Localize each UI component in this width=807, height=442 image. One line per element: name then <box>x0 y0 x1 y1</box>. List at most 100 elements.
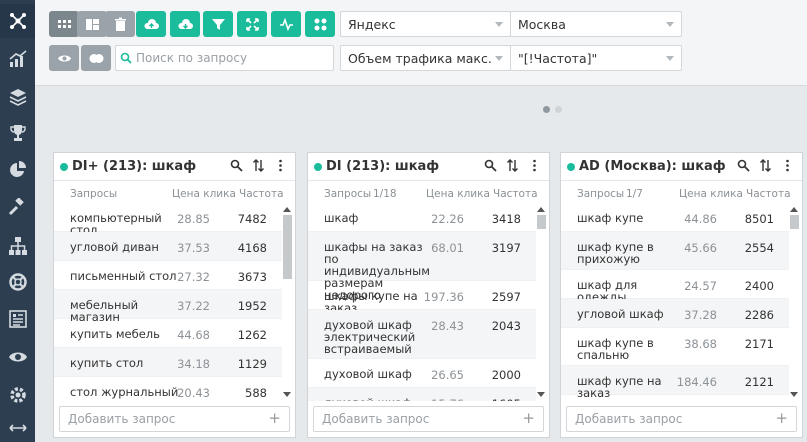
sort-icon[interactable] <box>759 159 772 172</box>
column-header-query[interactable]: Запросы <box>577 188 624 200</box>
scrollbar[interactable] <box>281 203 293 401</box>
chart-growth-icon[interactable] <box>0 42 35 76</box>
sort-select[interactable]: Объем трафика макс. <box>340 45 511 71</box>
column-header-price[interactable]: Цена клика <box>172 188 236 200</box>
column-header-frequency[interactable]: Частота <box>493 188 538 200</box>
scroll-down-icon[interactable] <box>537 392 545 397</box>
add-query-input[interactable]: Добавить запрос + <box>59 406 290 432</box>
keyword-row[interactable]: духовой шкаф электрический встраиваемый … <box>308 310 536 359</box>
eye-toggle-icon <box>57 55 71 61</box>
scrollbar-thumb[interactable] <box>790 215 799 229</box>
cloud-download-icon <box>177 18 193 29</box>
keyword-row[interactable]: шкафы на заказ по индивидуальным размера… <box>308 232 536 301</box>
column-header-query[interactable]: Запросы <box>324 188 371 200</box>
pie-chart-icon[interactable] <box>0 153 35 187</box>
columns-view-button[interactable] <box>77 11 107 37</box>
keyword-row[interactable]: духовой шкаф 26.65 2000 <box>308 359 536 388</box>
keyword-row[interactable]: стол журнальный 20.43 588 <box>54 377 282 401</box>
search-icon <box>120 52 132 64</box>
delete-button[interactable] <box>105 11 135 37</box>
keyword-row[interactable]: шкафы купе на заказ 197.36 2597 <box>308 281 536 314</box>
sort-icon[interactable] <box>252 159 265 172</box>
column-header-frequency[interactable]: Частота <box>239 188 284 200</box>
region-select[interactable]: Москва <box>510 11 682 37</box>
frequency: 1129 <box>237 357 267 371</box>
carousel-dot[interactable] <box>543 106 550 113</box>
keyword-row[interactable]: шкаф купе на заказ 184.46 2121 <box>561 366 789 399</box>
keyword-row[interactable]: угловой шкаф 37.28 2286 <box>561 299 789 328</box>
keyword-row[interactable]: письменный стол 27.32 3673 <box>54 261 282 290</box>
frequency: 2554 <box>744 241 774 255</box>
keyword-row[interactable]: купить мебель 44.68 1262 <box>54 319 282 348</box>
keyword-row[interactable]: шкаф купе в спальню 38.68 2171 <box>561 328 789 366</box>
search-icon[interactable] <box>484 159 497 172</box>
settings-gear-icon[interactable] <box>0 378 35 412</box>
frequency-select[interactable]: "[!Частота]" <box>510 45 682 71</box>
lifebuoy-icon[interactable] <box>0 265 35 299</box>
status-dot <box>567 162 575 171</box>
scrollbar-thumb[interactable] <box>537 215 546 229</box>
plus-icon[interactable]: + <box>522 409 535 427</box>
search-input[interactable]: Поиск по запросу <box>115 45 334 71</box>
grid-view-button[interactable] <box>49 11 79 37</box>
scroll-down-icon[interactable] <box>283 392 291 397</box>
keyword-row[interactable]: мебельный магазин 37.22 1952 <box>54 290 282 323</box>
scroll-up-icon[interactable] <box>537 207 545 212</box>
frequency: 2121 <box>744 375 774 389</box>
filter-button[interactable] <box>203 11 233 37</box>
sitemap-icon[interactable] <box>0 229 35 263</box>
gavel-icon[interactable] <box>0 191 35 225</box>
layers-icon[interactable] <box>0 80 35 114</box>
keyword-row[interactable]: шкаф для одежды 24.57 2400 <box>561 270 789 303</box>
keyword-row[interactable]: купить стол 34.18 1129 <box>54 348 282 377</box>
search-icon[interactable] <box>230 159 243 172</box>
frequency: 588 <box>245 386 267 400</box>
scroll-down-icon[interactable] <box>790 392 798 397</box>
more-vertical-icon[interactable] <box>528 159 541 172</box>
search-engine-select[interactable]: Яндекс <box>340 11 511 37</box>
keyword-row[interactable]: духовой шкаф 15.76 1605 <box>308 388 536 401</box>
column-header-row: Запросы 1/18 Цена клика Частота <box>308 181 549 202</box>
network-icon[interactable] <box>0 4 35 38</box>
add-query-input[interactable]: Добавить запрос + <box>566 406 797 432</box>
sort-icon[interactable] <box>506 159 519 172</box>
keyword-row[interactable]: шкаф купе 44.86 8501 <box>561 203 789 232</box>
plus-icon[interactable]: + <box>775 409 788 427</box>
frequency: 2286 <box>744 308 774 322</box>
status-dot <box>314 162 322 171</box>
scrollbar[interactable] <box>788 203 800 401</box>
keyword-row[interactable]: шкаф 22.26 3418 <box>308 203 536 232</box>
keyword-row[interactable]: компьютерный стол 28.85 7482 <box>54 203 282 236</box>
plus-icon[interactable]: + <box>268 409 281 427</box>
scroll-up-icon[interactable] <box>790 207 798 212</box>
expand-button[interactable] <box>237 11 267 37</box>
trophy-icon[interactable] <box>0 116 35 150</box>
scrollbar-thumb[interactable] <box>283 215 292 279</box>
more-vertical-icon[interactable] <box>274 159 287 172</box>
activity-button[interactable] <box>271 11 301 37</box>
search-engine-value: Яндекс <box>348 16 396 32</box>
frequency: 3673 <box>237 270 267 284</box>
carousel-dot[interactable] <box>555 106 562 113</box>
frequency: 2597 <box>491 290 521 304</box>
keyword-row[interactable]: шкаф купе в прихожую 45.66 2554 <box>561 232 789 270</box>
search-icon[interactable] <box>737 159 750 172</box>
cloud-upload-button[interactable] <box>136 11 166 37</box>
chevron-down-icon <box>666 56 674 61</box>
toggle-button[interactable] <box>81 45 111 71</box>
keyword-row[interactable]: угловой диван 37.53 4168 <box>54 232 282 261</box>
scrollbar[interactable] <box>535 203 547 401</box>
column-header-query[interactable]: Запросы <box>70 188 117 200</box>
column-header-price[interactable]: Цена клика <box>679 188 743 200</box>
cloud-download-button[interactable] <box>170 11 200 37</box>
column-header-frequency[interactable]: Частота <box>746 188 791 200</box>
visibility-button[interactable] <box>49 45 79 71</box>
add-query-input[interactable]: Добавить запрос + <box>313 406 544 432</box>
scroll-up-icon[interactable] <box>283 207 291 212</box>
cluster-button[interactable] <box>305 11 335 37</box>
column-header-price[interactable]: Цена клика <box>426 188 490 200</box>
eye-icon[interactable] <box>0 340 35 374</box>
more-vertical-icon[interactable] <box>781 159 794 172</box>
expand-arrows-icon[interactable] <box>0 414 35 442</box>
report-icon[interactable] <box>0 302 35 336</box>
